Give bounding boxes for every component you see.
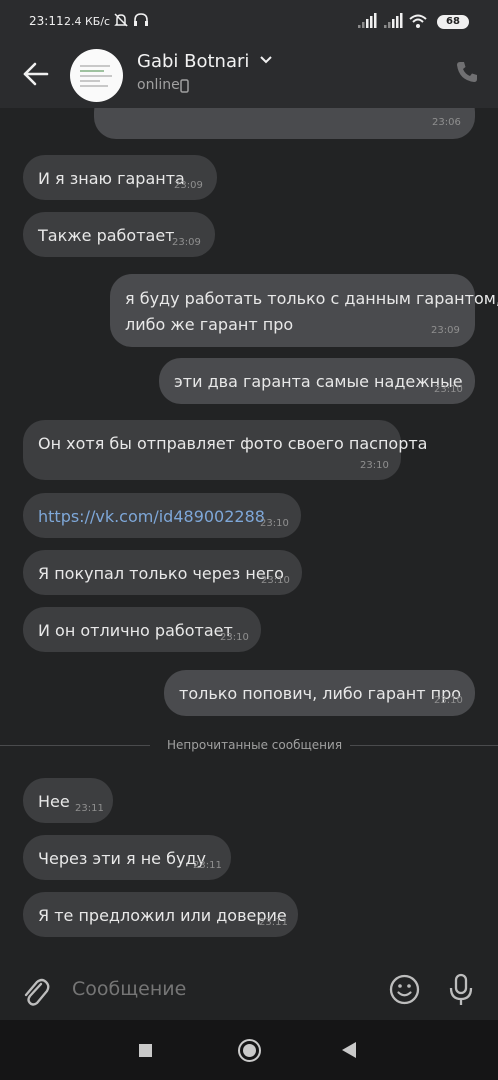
message-bubble-incoming[interactable]: И он отлично работает 23:10 xyxy=(23,607,261,652)
message-bubble-outgoing[interactable]: я буду работать только с данным гарантом… xyxy=(110,274,498,347)
battery-icon: 68 xyxy=(437,15,469,29)
contact-status: online xyxy=(137,77,189,93)
attach-icon[interactable] xyxy=(21,976,51,1008)
chat-header: Gabi Botnari online xyxy=(0,44,498,108)
message-text: Я покупал только через него xyxy=(38,564,284,583)
message-text: Он хотя бы отправляет фото своего паспор… xyxy=(38,434,428,453)
status-left-icons xyxy=(113,12,153,31)
message-bubble-incoming[interactable]: Я те предложил или доверие 23:11 xyxy=(23,892,298,937)
message-input[interactable] xyxy=(72,978,372,1000)
message-text: Также работает xyxy=(38,226,175,245)
message-text: И я знаю гаранта xyxy=(38,169,185,188)
message-bubble-incoming[interactable]: https://vk.com/id489002288 23:10 xyxy=(23,493,301,538)
home-button[interactable] xyxy=(238,1039,261,1062)
nav-back-button[interactable] xyxy=(342,1042,356,1058)
message-text: только попович, либо гарант про xyxy=(179,684,462,703)
message-time: 23:10 xyxy=(260,518,289,529)
mobile-device-icon xyxy=(180,79,189,93)
recents-button[interactable] xyxy=(139,1044,152,1057)
message-text-line: либо же гарант про xyxy=(125,315,294,334)
chevron-down-icon xyxy=(260,56,272,64)
message-text-line: я буду работать только с данным гарантом… xyxy=(125,289,498,308)
message-text: И он отлично работает xyxy=(38,621,233,640)
message-time: 23:10 xyxy=(220,632,249,643)
message-composer xyxy=(0,962,498,1020)
contact-name-text: Gabi Botnari xyxy=(137,51,250,72)
message-bubble-incoming[interactable]: Также работает 23:09 xyxy=(23,212,215,257)
status-net-speed: 2.4 КБ/с xyxy=(64,15,111,28)
message-time: 23:09 xyxy=(172,237,201,248)
message-text: Я те предложил или доверие xyxy=(38,906,287,925)
chat-screen: 23:11 2.4 КБ/с 68 Gabi Botnari online 23… xyxy=(0,0,498,1080)
message-bubble-outgoing[interactable]: эти два гаранта самые надежные 23:10 xyxy=(159,358,475,404)
status-right-icons xyxy=(358,13,434,32)
message-text: Через эти я не буду xyxy=(38,849,206,868)
mute-icon xyxy=(114,13,148,27)
signal-icon xyxy=(358,13,427,28)
contact-name[interactable]: Gabi Botnari xyxy=(137,51,272,72)
status-time: 23:11 xyxy=(29,14,64,28)
message-bubble-incoming[interactable]: Я покупал только через него 23:10 xyxy=(23,550,302,595)
message-time: 23:11 xyxy=(259,917,288,928)
message-text: эти два гаранта самые надежные xyxy=(174,372,463,391)
unread-divider-line-left xyxy=(0,745,150,746)
message-time: 23:10 xyxy=(261,575,290,586)
message-bubble-incoming[interactable]: Нее 23:11 xyxy=(23,778,113,823)
message-time: 23:11 xyxy=(193,860,222,871)
message-bubble-incoming[interactable]: Через эти я не буду 23:11 xyxy=(23,835,231,880)
message-time: 23:10 xyxy=(434,384,463,395)
unread-divider-label: Непрочитанные сообщения xyxy=(167,738,343,752)
mic-icon[interactable] xyxy=(448,973,474,1007)
back-arrow-icon[interactable] xyxy=(22,60,50,88)
system-nav-bar xyxy=(0,1020,498,1080)
phone-icon[interactable] xyxy=(455,60,479,84)
status-bar: 23:11 2.4 КБ/с 68 xyxy=(0,0,498,44)
headphones-icon xyxy=(134,13,148,26)
message-time: 23:06 xyxy=(432,117,461,128)
message-bubble-incoming[interactable]: Он хотя бы отправляет фото своего паспор… xyxy=(23,420,427,480)
avatar[interactable] xyxy=(70,49,123,102)
contact-status-text: online xyxy=(137,77,180,93)
message-time: 23:10 xyxy=(434,695,463,706)
emoji-icon[interactable] xyxy=(389,974,420,1005)
message-bubble-outgoing[interactable]: только попович, либо гарант про 23:10 xyxy=(164,670,475,716)
message-bubble-incoming[interactable]: И я знаю гаранта 23:09 xyxy=(23,155,217,200)
message-time: 23:09 xyxy=(174,180,203,191)
message-time: 23:09 xyxy=(431,325,460,336)
wifi-icon xyxy=(409,14,427,28)
message-text: Нее xyxy=(38,792,70,811)
unread-divider-line-right xyxy=(350,745,498,746)
message-link[interactable]: https://vk.com/id489002288 xyxy=(38,507,265,526)
message-time: 23:11 xyxy=(75,803,104,814)
message-time: 23:10 xyxy=(360,460,389,471)
